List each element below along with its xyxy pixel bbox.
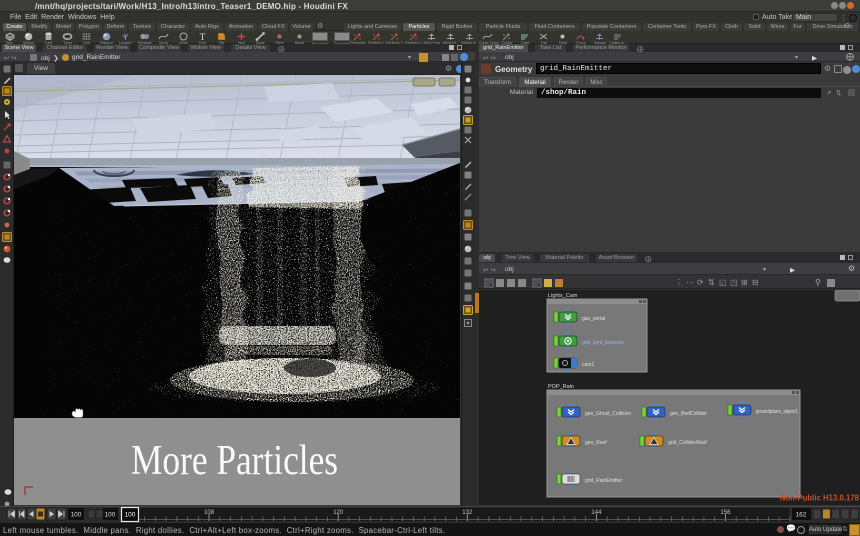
svg-text:gas_portal: gas_portal — [582, 316, 605, 322]
svg-text:grid_RainEmitter: grid_RainEmitter — [585, 478, 623, 484]
svg-text:geo_Roof: geo_Roof — [585, 440, 607, 446]
svg-text:100: 100 — [125, 512, 136, 519]
svg-text:grid_ColliderRoof: grid_ColliderRoof — [668, 440, 707, 446]
svg-text:100: 100 — [71, 512, 82, 519]
svg-text:grid_light_bounces: grid_light_bounces — [582, 340, 624, 346]
svg-text:Non-Public H13.0.178: Non-Public H13.0.178 — [780, 494, 860, 503]
svg-text:More Particles: More Particles — [131, 438, 338, 484]
svg-text:Lights_Cam: Lights_Cam — [548, 293, 578, 299]
svg-text:groundplane_object1: groundplane_object1 — [756, 409, 798, 415]
svg-text:geo_Ghost_Collision: geo_Ghost_Collision — [585, 411, 631, 417]
svg-text:100: 100 — [105, 512, 116, 519]
svg-text:162: 162 — [796, 512, 807, 519]
svg-text:POP_Rain: POP_Rain — [548, 384, 574, 390]
svg-text:cam1: cam1 — [582, 362, 594, 368]
svg-text:geo_BedCollider: geo_BedCollider — [670, 411, 707, 417]
